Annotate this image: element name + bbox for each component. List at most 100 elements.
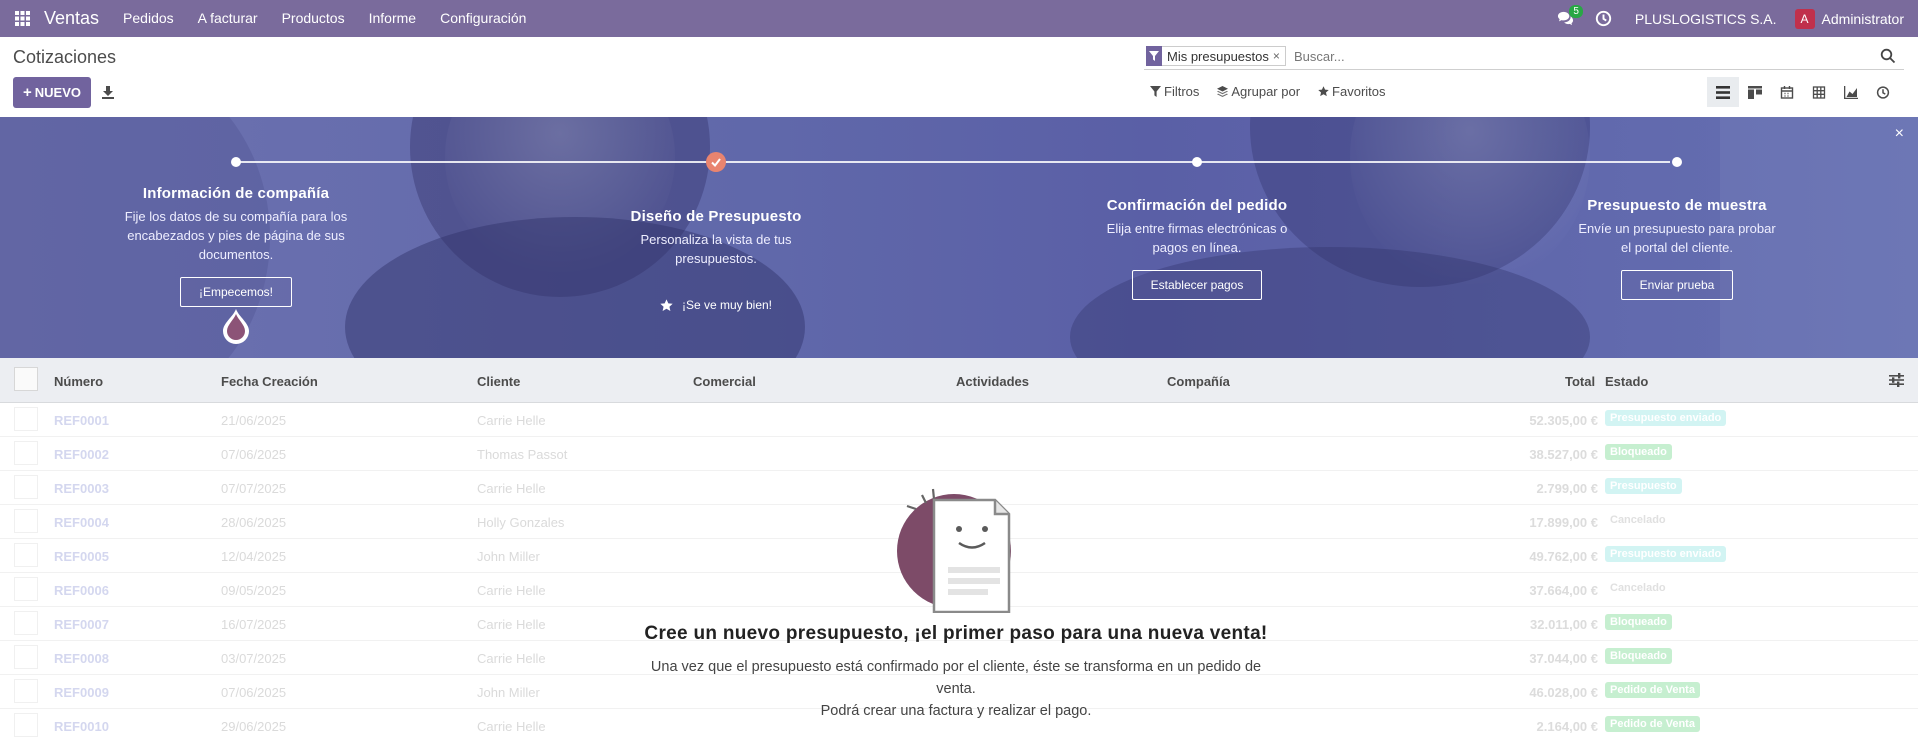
cell-date: 29/06/2025	[221, 719, 287, 734]
control-panel: Cotizaciones + NUEVO Mis presupuestos × …	[0, 37, 1918, 117]
select-all-checkbox[interactable]	[14, 367, 38, 391]
row-checkbox[interactable]	[14, 611, 38, 635]
cell-number: REF0003	[54, 481, 109, 496]
row-checkbox[interactable]	[14, 679, 38, 703]
cell-number: REF0009	[54, 685, 109, 700]
row-checkbox[interactable]	[14, 543, 38, 567]
status-badge: Bloqueado	[1605, 648, 1672, 664]
filters-button[interactable]: Filtros	[1150, 84, 1199, 99]
graph-view-icon	[1844, 85, 1858, 99]
calendar-view-button[interactable]	[1771, 77, 1803, 107]
row-checkbox[interactable]	[14, 577, 38, 601]
cell-customer: Holly Gonzales	[477, 515, 565, 530]
apps-menu-icon[interactable]	[0, 0, 44, 37]
row-checkbox[interactable]	[14, 509, 38, 533]
menu-productos[interactable]: Productos	[270, 0, 357, 37]
step-done-label: ¡Se ve muy bien!	[681, 298, 773, 312]
menu-pedidos[interactable]: Pedidos	[111, 0, 186, 37]
step-description: Personaliza la vista de tus presupuestos…	[640, 232, 792, 266]
activity-clock-icon[interactable]	[1591, 0, 1617, 37]
cell-customer: Carrie Helle	[477, 651, 546, 666]
onboarding-step-sample: Presupuesto de muestra Envíe un presupue…	[1562, 197, 1792, 300]
cell-number: REF0006	[54, 583, 109, 598]
column-date[interactable]: Fecha Creación	[221, 374, 318, 389]
step-title: Información de compañía	[142, 185, 330, 202]
menu-informe[interactable]: Informe	[357, 0, 428, 37]
onboarding-step-layout: Diseño de Presupuesto Personaliza la vis…	[601, 208, 831, 312]
layers-icon	[1217, 86, 1229, 97]
row-checkbox[interactable]	[14, 645, 38, 669]
cell-total: 2.799,00 €	[1536, 481, 1598, 496]
new-quotation-button[interactable]: + NUEVO	[13, 77, 91, 108]
search-input[interactable]	[1294, 46, 1854, 66]
row-checkbox[interactable]	[14, 475, 38, 499]
facet-label: Mis presupuestos	[1167, 48, 1269, 64]
table-row[interactable]: REF0002 07/06/2025 Thomas Passot 38.527,00 …	[0, 437, 1918, 471]
empty-state-body: Una vez que el presupuesto está confirma…	[636, 656, 1276, 722]
step-2-done-marker	[706, 152, 726, 172]
graph-view-button[interactable]	[1835, 77, 1867, 107]
onboarding-progress-line	[236, 161, 1670, 163]
activity-view-button[interactable]	[1867, 77, 1899, 107]
company-switcher[interactable]: PLUSLOGISTICS S.A.	[1635, 11, 1777, 27]
set-payments-button[interactable]: Establecer pagos	[1131, 270, 1263, 300]
pivot-view-button[interactable]	[1803, 77, 1835, 107]
column-total[interactable]: Total	[1565, 374, 1595, 389]
facet-remove-icon[interactable]: ×	[1273, 49, 1285, 63]
menu-configuracion[interactable]: Configuración	[428, 0, 538, 37]
kanban-view-button[interactable]	[1739, 77, 1771, 107]
step-description: Fije los datos de su compañía para los e…	[124, 209, 348, 262]
column-settings-icon[interactable]	[1889, 373, 1904, 387]
download-icon[interactable]	[99, 82, 117, 102]
send-sample-button[interactable]: Enviar prueba	[1620, 270, 1734, 300]
user-menu[interactable]: A Administrator	[1794, 8, 1904, 29]
row-checkbox[interactable]	[14, 407, 38, 431]
column-status[interactable]: Estado	[1605, 374, 1648, 389]
step-description: Elija entre firmas electrónicas o pagos …	[1106, 221, 1288, 255]
empty-state-line-1: Una vez que el presupuesto está confirma…	[650, 659, 1262, 697]
cell-total: 38.527,00 €	[1529, 447, 1598, 462]
step-done-message: ¡Se ve muy bien!	[601, 298, 831, 312]
cell-total: 37.044,00 €	[1529, 651, 1598, 666]
cell-total: 32.011,00 €	[1530, 617, 1598, 632]
cell-date: 16/07/2025	[221, 617, 287, 632]
filters-label: Filtros	[1164, 84, 1200, 99]
app-name[interactable]: Ventas	[44, 8, 99, 29]
lets-start-button[interactable]: ¡Empecemos!	[179, 277, 293, 307]
menu-a-facturar[interactable]: A facturar	[186, 0, 270, 37]
column-customer[interactable]: Cliente	[477, 374, 520, 389]
column-company[interactable]: Compañía	[1167, 374, 1230, 389]
cell-customer: Carrie Helle	[477, 719, 546, 734]
cell-total: 49.762,00 €	[1529, 549, 1598, 564]
groupby-button[interactable]: Agrupar por	[1217, 84, 1300, 99]
breadcrumb: Cotizaciones	[13, 47, 117, 67]
row-checkbox[interactable]	[14, 713, 38, 737]
cell-total: 46.028,00 €	[1529, 685, 1598, 700]
list-view-button[interactable]	[1707, 77, 1739, 107]
current-step-marker-icon	[223, 309, 249, 344]
search-bar: Mis presupuestos ×	[1144, 44, 1904, 70]
cell-number: REF0001	[54, 413, 109, 428]
status-badge: Pedido de Venta	[1605, 716, 1700, 732]
new-button-label: NUEVO	[34, 85, 81, 100]
table-row[interactable]: REF0001 21/06/2025 Carrie Helle 52.305,00 €…	[0, 403, 1918, 437]
check-icon	[711, 157, 721, 167]
cell-number: REF0002	[54, 447, 109, 462]
filter-icon	[1150, 86, 1161, 97]
step-3-dot	[1192, 157, 1202, 167]
step-4-dot	[1672, 157, 1682, 167]
column-activities[interactable]: Actividades	[956, 374, 1029, 389]
status-badge: Pedido de Venta	[1605, 682, 1700, 698]
discuss-chat-icon[interactable]: 5	[1553, 0, 1583, 37]
row-checkbox[interactable]	[14, 441, 38, 465]
favorites-button[interactable]: Favoritos	[1318, 84, 1386, 99]
column-salesperson[interactable]: Comercial	[693, 374, 756, 389]
cell-total: 37.664,00 €	[1529, 583, 1598, 598]
column-number[interactable]: Número	[54, 374, 103, 389]
status-badge: Presupuesto enviado	[1605, 546, 1727, 562]
close-icon[interactable]: ×	[1895, 125, 1904, 143]
cell-number: REF0004	[54, 515, 109, 530]
status-badge: Cancelado	[1605, 512, 1671, 528]
search-icon[interactable]	[1880, 48, 1896, 64]
cell-customer: Carrie Helle	[477, 583, 546, 598]
